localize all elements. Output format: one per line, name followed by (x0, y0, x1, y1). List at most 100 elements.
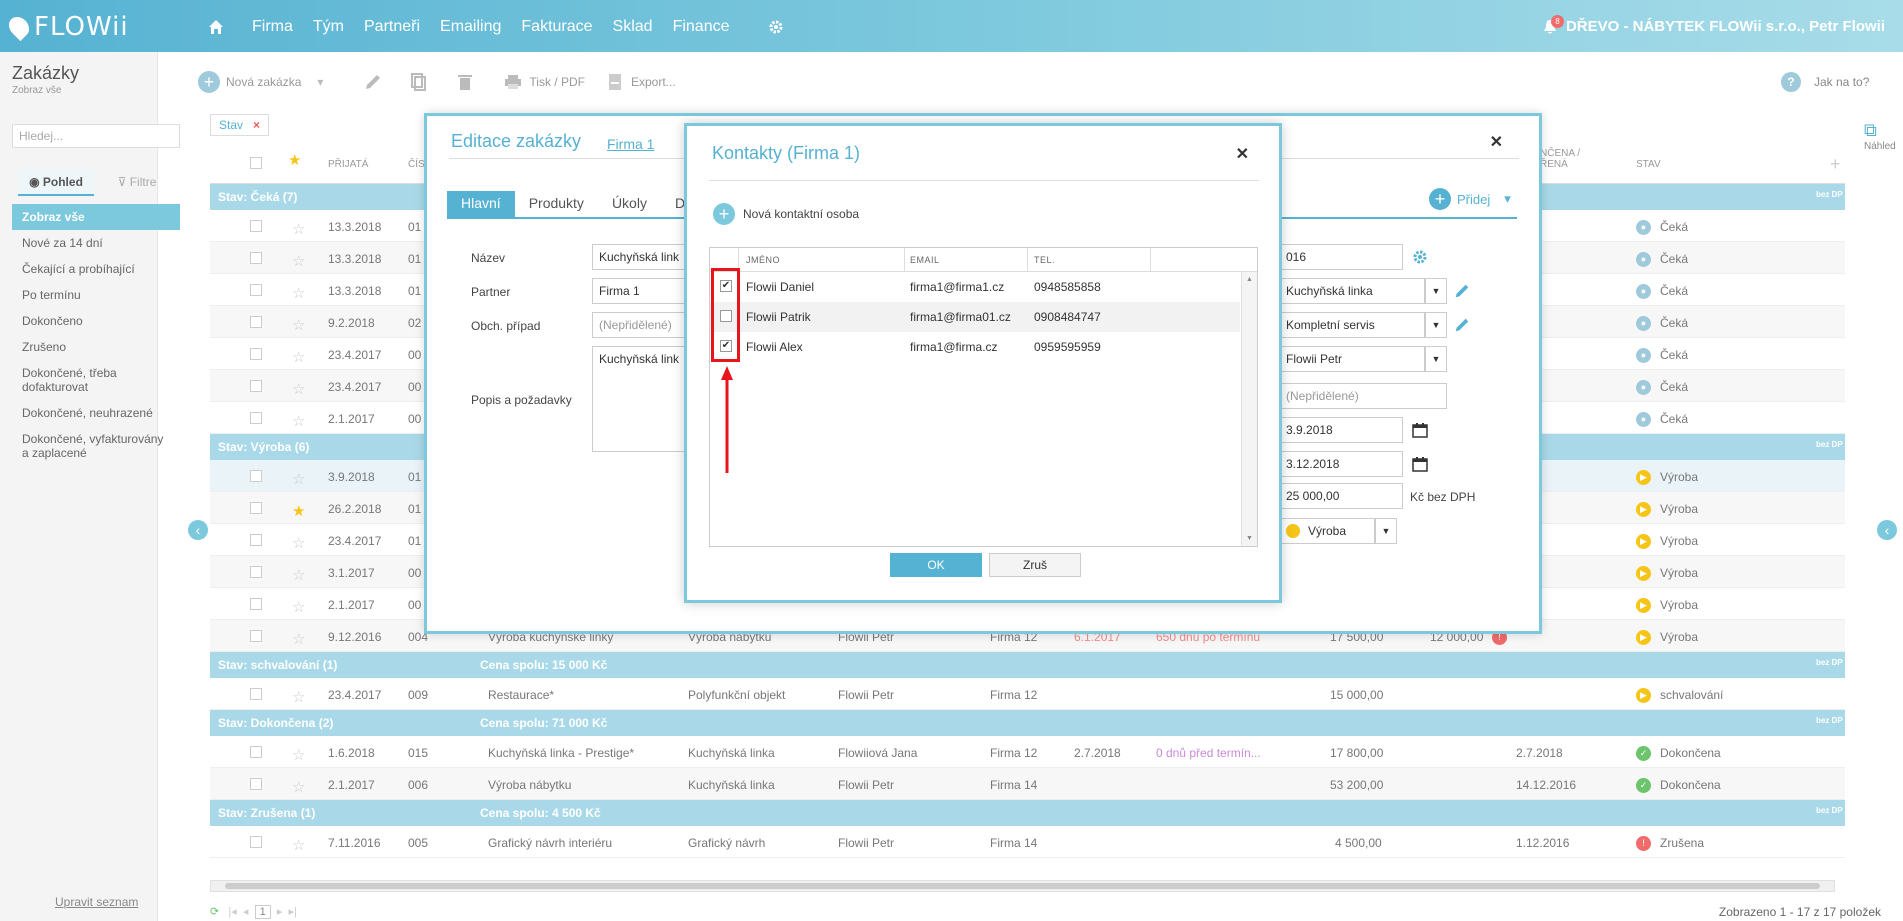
tab-view[interactable]: ◉ Pohled (18, 168, 94, 196)
star-icon[interactable]: ☆ (292, 746, 305, 764)
select-all-checkbox[interactable] (250, 157, 262, 169)
row-checkbox[interactable] (250, 688, 262, 700)
next-page-icon[interactable]: ▸ (277, 906, 283, 918)
ok-button[interactable]: OK (890, 553, 982, 577)
collapse-right-button[interactable]: ‹ (1877, 520, 1897, 540)
price-field[interactable]: 25 000,00 (1279, 483, 1403, 509)
row-checkbox[interactable] (250, 502, 262, 514)
star-icon[interactable]: ☆ (292, 688, 305, 706)
col-status[interactable]: STAV (1636, 159, 1661, 170)
edit-pencil-icon[interactable] (363, 72, 383, 92)
row-checkbox[interactable] (250, 412, 262, 424)
row-checkbox[interactable] (250, 220, 262, 232)
row-checkbox[interactable] (250, 252, 262, 264)
contacts-scrollbar[interactable]: ▲ ▼ (1241, 272, 1257, 546)
star-icon[interactable]: ☆ (292, 284, 305, 302)
chevron-down-icon[interactable]: ▼ (1425, 278, 1447, 304)
row-checkbox[interactable] (250, 630, 262, 642)
service-select[interactable]: Kompletní servis (1279, 312, 1425, 338)
new-order-button[interactable]: + Nová zakázka ▾ (198, 71, 323, 93)
home-icon[interactable] (208, 19, 224, 35)
chevron-down-icon[interactable]: ▼ (1425, 312, 1447, 338)
row-checkbox[interactable] (250, 598, 262, 610)
row-checkbox[interactable] (250, 534, 262, 546)
nav-emailing[interactable]: Emailing (440, 18, 501, 36)
star-icon[interactable]: ☆ (292, 316, 305, 334)
collapse-left-button[interactable]: ‹ (188, 520, 208, 540)
sidebar-item-pending[interactable]: Čekající a probíhající (12, 256, 180, 282)
contact-row[interactable]: ✔ Flowii Alex firma1@firma.cz 0959595959 (710, 332, 1240, 362)
group-header-approval[interactable]: Stav: schvalování (1) Cena spolu: 15 000 … (210, 652, 1845, 678)
star-icon[interactable]: ☆ (292, 778, 305, 796)
col-name[interactable]: JMÉNO (746, 255, 780, 265)
date-to-field[interactable]: 3.12.2018 (1279, 451, 1403, 477)
row-checkbox[interactable] (250, 348, 262, 360)
export-button[interactable]: Export... (605, 72, 676, 92)
print-pdf-button[interactable]: Tisk / PDF (503, 72, 585, 92)
star-icon[interactable]: ☆ (292, 534, 305, 552)
nav-finance[interactable]: Finance (673, 18, 730, 36)
star-icon[interactable]: ☆ (292, 348, 305, 366)
sidebar-item-all[interactable]: Zobraz vše (12, 204, 180, 230)
partner-field[interactable]: Firma 1 (592, 278, 692, 304)
preview-panel-toggle[interactable]: ⧉ Náhled (1864, 120, 1903, 152)
table-row[interactable]: ☆ 23.4.2017 009 Restaurace* Polyfunkční obje… (210, 678, 1845, 710)
edit-pencil-icon[interactable] (1453, 316, 1471, 334)
table-row[interactable]: ☆ 7.11.2016 005 Grafický návrh interiéru Gra… (210, 826, 1845, 858)
row-checkbox[interactable] (250, 470, 262, 482)
col-email[interactable]: EMAIL (910, 255, 940, 265)
nav-firma[interactable]: Firma (252, 18, 293, 36)
company-link[interactable]: Firma 1 (607, 136, 654, 152)
first-page-icon[interactable]: |◂ (228, 906, 236, 918)
star-icon[interactable]: ☆ (292, 598, 305, 616)
row-checkbox[interactable] (250, 566, 262, 578)
last-page-icon[interactable]: ▸| (288, 906, 296, 918)
table-row[interactable]: ☆ 2.1.2017 006 Výroba nábytku Kuchyňská link… (210, 768, 1845, 800)
nav-fakturace[interactable]: Fakturace (521, 18, 592, 36)
row-checkbox[interactable] (250, 836, 262, 848)
sidebar-item-done-unpaid[interactable]: Dokončené, neuhrazené (12, 400, 180, 426)
col-completed[interactable]: NČENA / ŘENÁ (1540, 148, 1600, 170)
prev-page-icon[interactable]: ◂ (243, 906, 249, 918)
star-icon[interactable]: ☆ (292, 630, 305, 648)
nav-sklad[interactable]: Sklad (613, 18, 653, 36)
sidebar-item-new-14[interactable]: Nové za 14 dní (12, 230, 180, 256)
tab-filter[interactable]: ⊽ Filtre (100, 168, 174, 196)
sidebar-item-done[interactable]: Dokončeno (12, 308, 180, 334)
close-icon[interactable]: ✕ (1490, 132, 1503, 152)
sidebar-item-done-invoice[interactable]: Dokončené, třeba dofakturovat (12, 360, 180, 400)
col-phone[interactable]: TEL. (1034, 255, 1055, 265)
star-icon[interactable]: ☆ (292, 220, 305, 238)
chevron-down-icon[interactable]: ▼ (1375, 518, 1397, 544)
contact-row[interactable]: Flowii Patrik firma1@firma01.cz 0908484747 (710, 302, 1240, 332)
refresh-icon[interactable]: ⟳ (210, 906, 219, 918)
settings-gear-icon[interactable] (768, 19, 784, 35)
star-icon[interactable]: ★ (292, 502, 305, 520)
chevron-down-icon[interactable]: ▼ (1425, 346, 1447, 372)
sidebar-item-done-paid[interactable]: Dokončené, vyfakturovány a zaplacené (12, 426, 180, 466)
order-number-field[interactable]: 016 (1279, 244, 1403, 270)
tab-tasks[interactable]: Úkoly (598, 191, 661, 217)
star-icon[interactable]: ☆ (292, 412, 305, 430)
star-icon[interactable]: ☆ (292, 252, 305, 270)
help-icon[interactable]: ? (1781, 72, 1801, 92)
calendar-icon[interactable] (1412, 456, 1428, 472)
row-checkbox[interactable] (250, 284, 262, 296)
add-column-icon[interactable]: + (1830, 154, 1841, 175)
new-contact-button[interactable]: + Nová kontaktní osoba (713, 203, 859, 225)
number-settings-gear-icon[interactable] (1412, 249, 1428, 265)
nav-partneri[interactable]: Partneři (364, 18, 420, 36)
edit-list-link[interactable]: Upravit seznam (55, 895, 138, 909)
app-logo[interactable]: FLOWii (4, 12, 129, 42)
close-icon[interactable]: ✕ (1236, 144, 1249, 164)
row-checkbox[interactable] (250, 778, 262, 790)
star-icon[interactable]: ☆ (292, 380, 305, 398)
row-checkbox[interactable] (250, 380, 262, 392)
star-icon[interactable]: ☆ (292, 566, 305, 584)
star-icon[interactable]: ☆ (292, 836, 305, 854)
description-textarea[interactable]: Kuchyňská link (592, 346, 692, 452)
chevron-down-icon[interactable]: ▾ (317, 75, 323, 89)
business-case-field[interactable]: (Nepřidělené) (592, 312, 692, 338)
col-received[interactable]: PŘIJATÁ (328, 159, 368, 170)
col-number[interactable]: ČÍS (408, 159, 425, 170)
